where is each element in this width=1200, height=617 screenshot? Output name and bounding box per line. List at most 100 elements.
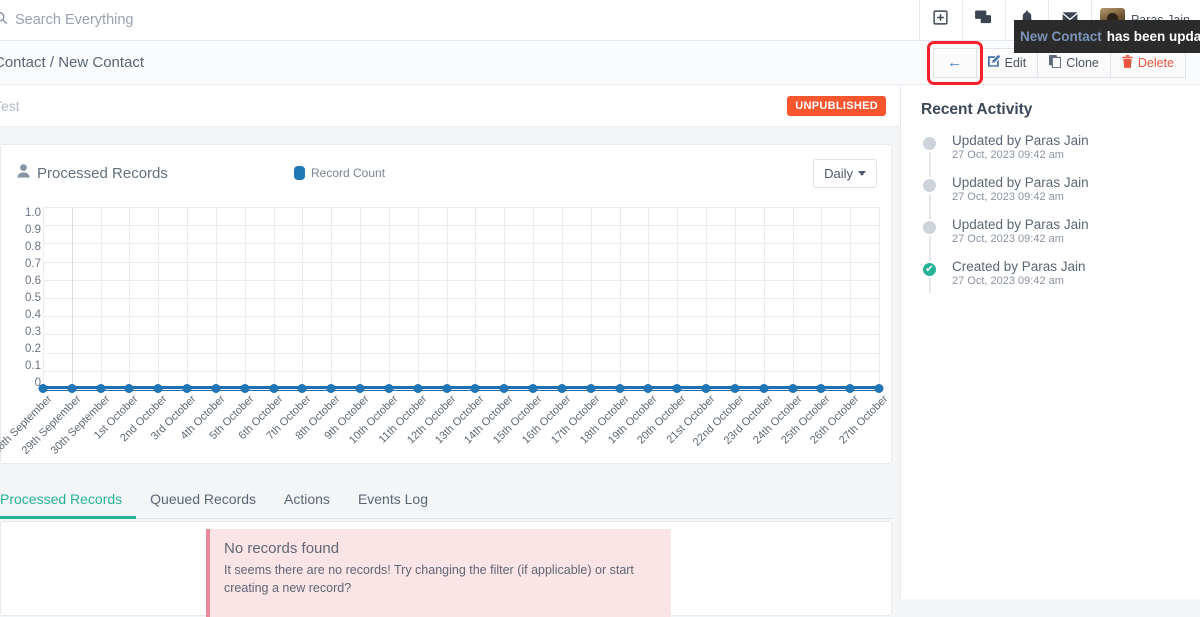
data-point[interactable] xyxy=(182,384,192,393)
toast-message: has been updated xyxy=(1106,29,1200,44)
chat-button[interactable] xyxy=(961,0,1005,40)
back-button[interactable]: ← xyxy=(932,47,977,78)
data-point[interactable] xyxy=(67,384,77,393)
person-icon xyxy=(17,164,30,182)
activity-label: Updated by Paras Jain xyxy=(952,133,1089,148)
recent-activity-panel: Recent Activity Updated by Paras Jain 27 … xyxy=(900,85,1200,599)
status-badge: UNPUBLISHED xyxy=(787,95,886,116)
data-point[interactable] xyxy=(211,384,221,393)
activity-timestamp: 27 Oct, 2023 09:42 am xyxy=(952,191,1064,203)
edit-label: Edit xyxy=(1004,55,1027,70)
gridline-vertical xyxy=(446,207,448,389)
main-content: Processed Records Record Count Daily 1.0… xyxy=(0,127,900,617)
activity-timestamp: 27 Oct, 2023 09:42 am xyxy=(952,149,1064,161)
clone-label: Clone xyxy=(1066,55,1099,70)
chart-legend: Record Count xyxy=(294,166,385,180)
data-point[interactable] xyxy=(153,384,163,393)
y-tick-label: 0.6 xyxy=(25,275,41,287)
legend-label: Record Count xyxy=(311,166,386,180)
chart-title-group: Processed Records xyxy=(17,164,168,182)
gridline-horizontal xyxy=(43,389,879,390)
activity-item: ✔ Created by Paras Jain 27 Oct, 2023 09:42… xyxy=(921,259,1182,287)
data-point[interactable] xyxy=(643,384,653,393)
activity-item: Updated by Paras Jain 27 Oct, 2023 09:42 … xyxy=(921,217,1182,245)
gridline-vertical xyxy=(475,207,477,389)
delete-label: Delete xyxy=(1137,55,1174,70)
gridline-vertical xyxy=(619,207,621,389)
gridline-vertical xyxy=(71,207,73,389)
y-tick-label: 0.3 xyxy=(25,326,41,338)
gridline-vertical xyxy=(879,207,880,389)
gridline-horizontal xyxy=(43,207,879,208)
gridline-vertical xyxy=(590,207,592,389)
clone-icon xyxy=(1049,54,1062,71)
activity-label: Updated by Paras Jain xyxy=(952,175,1089,190)
search-icon xyxy=(0,11,8,30)
tab-panel: No records found It seems there are no r… xyxy=(0,521,892,617)
data-point[interactable] xyxy=(701,384,711,393)
toast-notification[interactable]: New Contact has been updated xyxy=(1014,20,1200,53)
data-point[interactable] xyxy=(240,384,250,393)
data-point[interactable] xyxy=(297,384,307,393)
search-input[interactable] xyxy=(15,0,435,40)
recent-activity-title: Recent Activity xyxy=(921,101,1033,118)
y-tick-label: 0.7 xyxy=(25,258,41,270)
data-point[interactable] xyxy=(38,384,48,393)
activity-item: Updated by Paras Jain 27 Oct, 2023 09:42 … xyxy=(921,133,1182,161)
data-point[interactable] xyxy=(96,384,106,393)
gridline-vertical xyxy=(792,207,794,389)
legend-swatch xyxy=(294,166,305,180)
gridline-vertical xyxy=(561,207,563,389)
data-point[interactable] xyxy=(816,384,826,393)
empty-state-alert: No records found It seems there are no r… xyxy=(206,529,671,617)
y-tick-label: 0.5 xyxy=(25,292,41,304)
y-axis-ticks: 1.0 0.9 0.8 0.7 0.6 0.5 0.4 0.3 0.2 0.1 0 xyxy=(1,207,41,389)
data-point[interactable] xyxy=(759,384,769,393)
data-point[interactable] xyxy=(672,384,682,393)
edit-icon xyxy=(987,55,1000,70)
gridline-horizontal xyxy=(43,261,879,263)
gridline-vertical xyxy=(273,207,275,389)
data-point[interactable] xyxy=(499,384,509,393)
empty-state-body: It seems there are no records! Try chang… xyxy=(224,563,634,596)
plus-square-icon xyxy=(933,10,949,30)
gridline-vertical xyxy=(187,207,189,389)
data-point[interactable] xyxy=(269,384,279,393)
chart-title: Processed Records xyxy=(37,164,168,182)
tab-processed-records[interactable]: Processed Records xyxy=(0,491,137,519)
tab-actions[interactable]: Actions xyxy=(270,491,344,519)
activity-timeline: Updated by Paras Jain 27 Oct, 2023 09:42 … xyxy=(921,133,1182,293)
data-point[interactable] xyxy=(845,384,855,393)
gridline-horizontal xyxy=(43,243,879,245)
add-button[interactable] xyxy=(918,0,962,40)
gridline-vertical xyxy=(734,207,736,389)
record-tabs: Processed Records Queued Records Actions Ev… xyxy=(0,482,892,519)
data-point[interactable] xyxy=(124,384,134,393)
data-point[interactable] xyxy=(470,384,480,393)
gridline-horizontal xyxy=(43,298,879,299)
status-dot-icon xyxy=(921,219,938,236)
gridline-vertical xyxy=(244,207,246,389)
gridline-vertical xyxy=(706,207,708,389)
tab-events-log[interactable]: Events Log xyxy=(344,491,442,519)
data-point[interactable] xyxy=(355,384,365,393)
gridline-vertical xyxy=(763,207,765,389)
chart-range-dropdown[interactable]: Daily xyxy=(813,158,877,188)
y-tick-label: 1.0 xyxy=(25,207,41,219)
gridline-vertical xyxy=(821,207,823,389)
gridline-vertical xyxy=(158,207,160,389)
activity-timestamp: 27 Oct, 2023 09:42 am xyxy=(952,275,1064,287)
activity-timestamp: 27 Oct, 2023 09:42 am xyxy=(952,233,1064,245)
gridline-vertical xyxy=(850,207,852,389)
gridline-horizontal xyxy=(43,352,879,354)
arrow-left-icon: ← xyxy=(947,54,963,71)
tab-queued-records[interactable]: Queued Records xyxy=(136,491,270,519)
record-title-bar: Test UNPUBLISHED xyxy=(0,85,900,127)
toast-record-link[interactable]: New Contact xyxy=(1020,29,1102,44)
data-point[interactable] xyxy=(326,384,336,393)
page-title: Test xyxy=(0,97,20,114)
activity-label: Created by Paras Jain xyxy=(952,259,1086,274)
search-container[interactable] xyxy=(0,0,919,40)
gridline-vertical xyxy=(388,207,390,389)
gridline-vertical xyxy=(504,207,506,389)
